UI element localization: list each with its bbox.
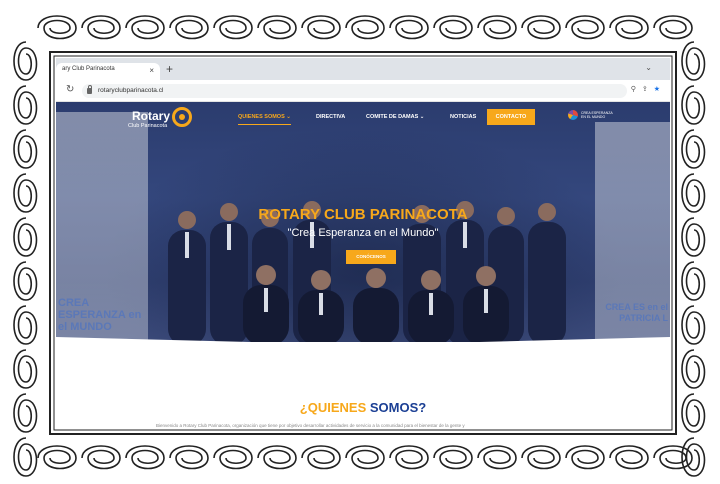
frame-loop-bottom: [301, 445, 341, 470]
browser-window: ary Club Parinacota × + ⌄ ↻ rotaryclubpa…: [56, 58, 670, 428]
nav-quienes-somos[interactable]: QUIENES SOMOS ⌄: [238, 114, 291, 125]
rotary-wheel-icon[interactable]: [172, 107, 192, 127]
conocenos-button[interactable]: CONÓCENOS: [346, 250, 396, 264]
frame-loop-top: [653, 15, 693, 40]
frame-loop-bottom: [125, 445, 165, 470]
frame-loop-top: [37, 15, 77, 40]
frame-loop-left: [13, 261, 38, 301]
frame-loop-bottom: [389, 445, 429, 470]
banner-right-name: PATRICIA L: [619, 313, 668, 323]
crea-esperanza-logo-icon: [568, 110, 578, 120]
lock-icon[interactable]: [87, 85, 92, 94]
frame-loop-bottom: [565, 445, 605, 470]
tab-close-icon[interactable]: ×: [149, 66, 154, 75]
frame-loop-bottom: [257, 445, 297, 470]
zoom-icon[interactable]: ⚲: [631, 86, 642, 93]
logo-subtitle: Club Parinacota: [128, 123, 168, 129]
contact-button[interactable]: CONTACTO: [487, 109, 535, 125]
frame-loop-top: [477, 15, 517, 40]
frame-loop-left: [13, 437, 38, 477]
frame-loop-right: [681, 129, 706, 169]
tab-title: ary Club Parinacota: [62, 66, 115, 72]
frame-loop-bottom: [37, 445, 77, 470]
frame-loop-right: [681, 305, 706, 345]
frame-loop-bottom: [345, 445, 385, 470]
new-tab-button[interactable]: +: [166, 62, 173, 76]
corner-logo-text: CREA ESPERANZA EN EL MUNDO: [581, 111, 613, 119]
about-section: ¿QUIENES SOMOS? Bienvenido a Rotary Club…: [56, 342, 670, 428]
frame-loop-top: [345, 15, 385, 40]
address-bar-actions: ⚲⇪★: [631, 85, 666, 93]
nav-noticias[interactable]: NOTICIAS: [450, 114, 476, 120]
frame-loop-left: [13, 349, 38, 389]
frame-loop-left: [13, 85, 38, 125]
frame-loop-right: [681, 173, 706, 213]
browser-tab[interactable]: ary Club Parinacota ×: [56, 63, 160, 80]
nav-directiva[interactable]: DIRECTIVA: [316, 114, 345, 120]
frame-loop-top: [609, 15, 649, 40]
frame-loop-bottom: [609, 445, 649, 470]
frame-loop-left: [13, 173, 38, 213]
frame-loop-bottom: [213, 445, 253, 470]
logo-text[interactable]: Rotary: [132, 109, 170, 123]
frame-loop-bottom: [477, 445, 517, 470]
site-header: Rotary Club Parinacota QUIENES SOMOS ⌄ D…: [56, 102, 670, 136]
frame-loop-right: [681, 393, 706, 433]
frame-loop-left: [13, 305, 38, 345]
frame-loop-right: [681, 261, 706, 301]
frame-loop-top: [169, 15, 209, 40]
tab-bar: ary Club Parinacota × + ⌄: [56, 58, 670, 80]
hero-section: CREA ESPERANZA en el MUNDO CREA ES en el…: [56, 102, 670, 342]
frame-loop-right: [681, 349, 706, 389]
url-input[interactable]: rotaryclubparinacota.cl: [82, 84, 627, 98]
share-icon[interactable]: ⇪: [642, 86, 654, 93]
frame-loop-left: [13, 41, 38, 81]
frame-loop-top: [565, 15, 605, 40]
frame-loop-top: [213, 15, 253, 40]
frame-loop-bottom: [521, 445, 561, 470]
about-title-blue: SOMOS?: [369, 400, 427, 415]
website: CREA ESPERANZA en el MUNDO CREA ES en el…: [56, 102, 670, 428]
address-bar: ↻ rotaryclubparinacota.cl ⚲⇪★: [56, 80, 670, 102]
frame-loop-top: [257, 15, 297, 40]
hero-title: ROTARY CLUB PARINACOTA: [258, 206, 468, 223]
frame-loop-top: [125, 15, 165, 40]
frame-loop-left: [13, 217, 38, 257]
about-title: ¿QUIENES SOMOS?: [56, 400, 670, 415]
about-title-orange: ¿QUIENES: [299, 400, 367, 415]
frame-loop-left: [13, 129, 38, 169]
frame-loop-top: [81, 15, 121, 40]
frame-loop-right: [681, 85, 706, 125]
banner-right-slogan: CREA ES en el: [605, 302, 668, 312]
frame-loop-bottom: [81, 445, 121, 470]
banner-right-text: CREA ES en el PATRICIA L: [598, 302, 668, 324]
chevron-down-icon[interactable]: ⌄: [645, 63, 652, 72]
frame-loop-bottom: [433, 445, 473, 470]
frame-loop-right: [681, 41, 706, 81]
frame-loop-top: [521, 15, 561, 40]
frame-loop-left: [13, 393, 38, 433]
star-icon[interactable]: ★: [654, 86, 666, 93]
frame-loop-right: [681, 217, 706, 257]
about-text: Bienvenido a Rotary Club Parinacota, org…: [156, 423, 465, 428]
reload-icon[interactable]: ↻: [66, 84, 74, 95]
nav-comite-de-damas[interactable]: COMITE DE DAMAS ⌄: [366, 114, 424, 120]
frame-loop-top: [301, 15, 341, 40]
frame-loop-top: [433, 15, 473, 40]
frame-loop-bottom: [169, 445, 209, 470]
hero-tagline: "Crea Esperanza en el Mundo": [287, 227, 439, 239]
frame-loop-top: [389, 15, 429, 40]
